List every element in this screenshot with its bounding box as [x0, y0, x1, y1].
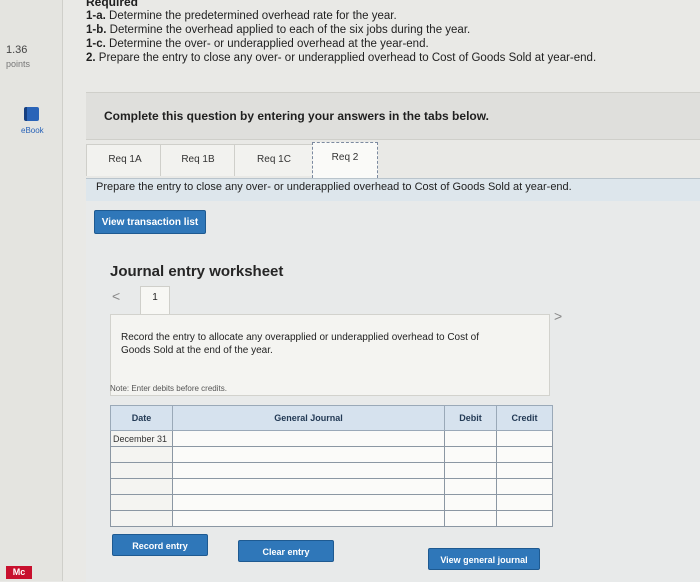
credit-input[interactable] — [496, 462, 553, 479]
requirement-tabs: Req 1A Req 1B Req 1C Req 2 — [86, 140, 700, 180]
date-cell — [110, 462, 173, 479]
requirement-label: 2. — [86, 52, 96, 64]
credit-header: Credit — [496, 405, 553, 431]
credit-input[interactable] — [496, 430, 553, 447]
date-cell — [110, 510, 173, 527]
account-input[interactable] — [172, 510, 445, 527]
requirement-item: 1-b. Determine the overhead applied to e… — [86, 23, 596, 37]
journal-header-row: Date General Journal Debit Credit — [110, 405, 553, 431]
record-instruction-text: Record the entry to allocate any overapp… — [121, 332, 480, 356]
instruction-bar: Complete this question by entering your … — [86, 92, 700, 140]
date-cell — [110, 446, 173, 463]
debit-input[interactable] — [444, 446, 497, 463]
tab-req-1b[interactable]: Req 1B — [160, 144, 236, 176]
entry-note: Note: Enter debits before credits. — [110, 384, 227, 393]
debit-input[interactable] — [444, 430, 497, 447]
credit-input[interactable] — [496, 494, 553, 511]
debit-input[interactable] — [444, 510, 497, 527]
tab-req-1c[interactable]: Req 1C — [234, 144, 314, 176]
ebook-icon[interactable] — [24, 107, 39, 121]
view-transaction-list-button[interactable]: View transaction list — [94, 210, 206, 234]
table-row: December 31 — [110, 430, 553, 447]
ebook-link[interactable]: eBook — [21, 126, 44, 135]
panel-header: Prepare the entry to close any over- or … — [86, 179, 700, 201]
date-header: Date — [110, 405, 173, 431]
requirement-text: Determine the overhead applied to each o… — [109, 24, 471, 36]
record-entry-button[interactable]: Record entry — [112, 534, 208, 556]
account-input[interactable] — [172, 430, 445, 447]
date-cell — [110, 478, 173, 495]
requirements-block: Required 1-a. Determine the predetermine… — [86, 0, 596, 65]
left-rail: 1.36 points eBook Mc — [0, 0, 63, 581]
view-general-journal-button[interactable]: View general journal — [428, 548, 540, 570]
points-label: points — [6, 59, 31, 69]
debit-header: Debit — [444, 405, 497, 431]
debit-input[interactable] — [444, 478, 497, 495]
requirement-item: 1-a. Determine the predetermined overhea… — [86, 9, 596, 23]
instruction-text: Complete this question by entering your … — [104, 109, 489, 123]
worksheet-title: Journal entry worksheet — [110, 263, 284, 280]
journal-table: Date General Journal Debit Credit Decemb… — [110, 405, 553, 527]
requirement-label: 1-c. — [86, 38, 106, 50]
panel-description: Prepare the entry to close any over- or … — [96, 181, 572, 193]
general-journal-header: General Journal — [172, 405, 445, 431]
requirements-title: Required — [86, 0, 139, 9]
account-input[interactable] — [172, 494, 445, 511]
date-cell: December 31 — [110, 430, 173, 447]
account-input[interactable] — [172, 462, 445, 479]
table-row — [110, 478, 553, 495]
debit-input[interactable] — [444, 494, 497, 511]
clear-entry-button[interactable]: Clear entry — [238, 540, 334, 562]
date-cell — [110, 494, 173, 511]
pager-next-icon[interactable]: > — [554, 308, 562, 324]
debit-input[interactable] — [444, 462, 497, 479]
table-row — [110, 494, 553, 511]
points-value: 1.36 — [6, 44, 28, 56]
requirement-label: 1-a. — [86, 10, 106, 22]
requirement-item: 2. Prepare the entry to close any over- … — [86, 51, 596, 65]
credit-input[interactable] — [496, 510, 553, 527]
mcgraw-hill-logo: Mc — [6, 566, 32, 579]
requirement-text: Determine the over- or underapplied over… — [109, 38, 429, 50]
table-row — [110, 510, 553, 527]
credit-input[interactable] — [496, 478, 553, 495]
table-row — [110, 462, 553, 479]
tab-req-2[interactable]: Req 2 — [312, 142, 378, 178]
table-row — [110, 446, 553, 463]
requirement-text: Determine the predetermined overhead rat… — [109, 10, 397, 22]
account-input[interactable] — [172, 446, 445, 463]
requirement-text: Prepare the entry to close any over- or … — [98, 52, 597, 64]
tab-req-1a[interactable]: Req 1A — [86, 144, 164, 176]
pager-page-tab[interactable]: 1 — [140, 286, 170, 314]
pager-prev-icon[interactable]: < — [112, 288, 120, 304]
credit-input[interactable] — [496, 446, 553, 463]
requirement-label: 1-b. — [86, 24, 107, 36]
account-input[interactable] — [172, 478, 445, 495]
requirement-item: 1-c. Determine the over- or underapplied… — [86, 37, 596, 51]
